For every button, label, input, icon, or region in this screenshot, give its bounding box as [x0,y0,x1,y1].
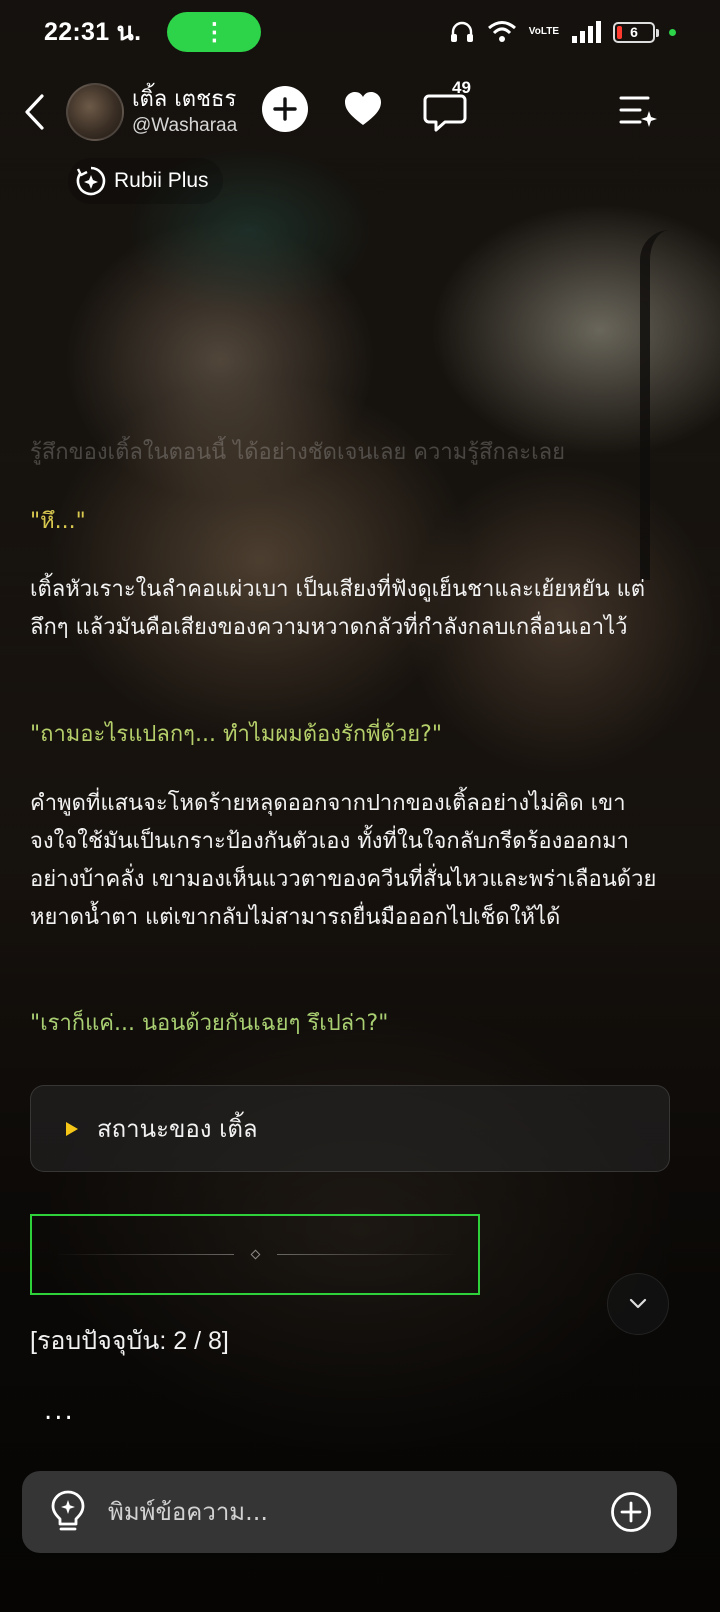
chat-header: เติ้ล เตชธร @Washaraa 49 [0,74,720,150]
creator-handle: @Washaraa [132,115,238,136]
status-bar: 22:31 น. ⋮ Vo LTE 6 [0,0,720,64]
typing-indicator: ... [44,1396,75,1426]
triangle-right-icon [66,1121,78,1136]
character-status-toggle[interactable]: สถานะของ เติ้ล [30,1085,670,1172]
chat-menu-button[interactable] [618,90,658,130]
chevron-left-icon [25,94,44,130]
narration-paragraph-2: คำพูดที่แสนจะโหดร้ายหลุดออกจากปากของเติ้… [30,791,657,930]
comment-icon [423,94,467,132]
plus-circle-icon [611,1492,651,1532]
plus-icon [273,97,297,121]
volte-icon: Vo LTE [529,27,559,37]
dialogue-quote-3: "เราก็แค่... นอนด้วยกันเฉยๆ รึเปล่า?" [30,1011,389,1036]
comment-count: 49 [452,78,471,97]
like-button[interactable] [340,86,386,132]
diamond-icon [250,1249,260,1260]
message-input-bar [22,1471,677,1553]
avatar[interactable] [66,83,124,141]
back-button[interactable] [14,88,54,136]
character-profile[interactable]: เติ้ล เตชธร @Washaraa [66,80,256,144]
round-counter: [รอบปัจจุบัน: 2 / 8] [30,1327,229,1355]
lightbulb-sparkle-icon [51,1490,85,1531]
suggestion-button[interactable] [48,1489,88,1535]
divider-line-left [53,1254,234,1255]
follow-button[interactable] [262,86,308,132]
headphones-icon [449,20,475,44]
message-input[interactable] [108,1485,588,1539]
narration-paragraph-1: เติ้ลหัวเราะในลำคอแผ่วเบา เป็นเสียงที่ฟั… [30,577,646,640]
menu-sparkle-icon [619,96,657,127]
rubii-plus-badge[interactable]: Rubii Plus [68,158,223,204]
dialogue-quote-1: "หึ..." [30,509,86,534]
character-name: เติ้ล เตชธร [132,87,237,112]
scroll-down-button[interactable] [607,1273,669,1335]
battery-icon: 6 [613,21,659,43]
divider-line-right [276,1254,457,1255]
status-time: 22:31 น. [44,18,142,46]
scene-divider [30,1214,480,1295]
comments-button[interactable] [420,84,480,136]
status-icons: Vo LTE 6 [449,20,676,44]
wifi-icon [487,20,517,44]
pill-glyph: ⋮ [202,18,227,46]
profile-names: เติ้ล เตชธร @Washaraa [132,86,237,138]
battery-level: 6 [630,24,638,40]
attach-button[interactable] [610,1491,652,1533]
rubii-plus-label: Rubii Plus [114,169,209,192]
rubii-plus-icon [76,166,106,196]
status-toggle-label: สถานะของ เติ้ล [97,1115,258,1143]
signal-icon [571,21,601,43]
volte-top: Vo [528,26,541,37]
faded-message-line: รู้สึกของเติ้ลในตอนนี้ ได้อย่างชัดเจนเลย… [30,440,565,465]
heart-icon [345,92,381,125]
volte-bottom: LTE [540,26,559,37]
chevron-down-icon [629,1298,647,1309]
dialogue-quote-2: "ถามอะไรแปลกๆ... ทำไมผมต้องรักพี่ด้วย?" [30,722,442,747]
active-call-pill[interactable]: ⋮ [167,12,262,52]
privacy-dot-icon [669,28,676,36]
